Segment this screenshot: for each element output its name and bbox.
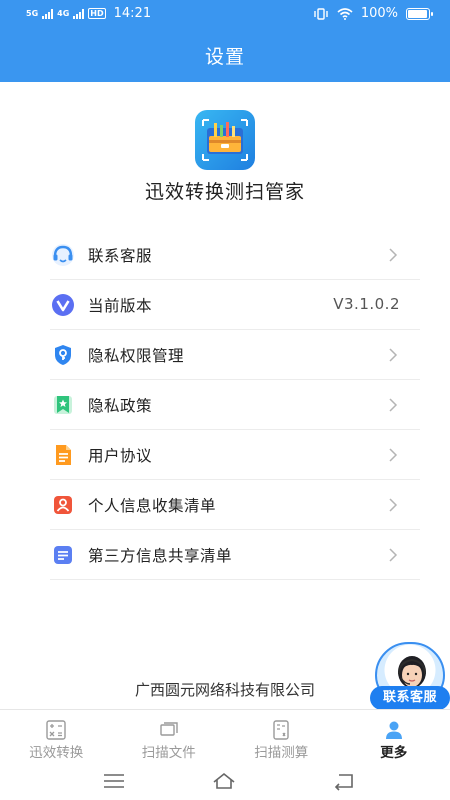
vibrate-icon <box>314 7 328 20</box>
scan-file-icon <box>160 722 178 736</box>
chevron-right-icon <box>389 448 398 462</box>
chevron-right-icon <box>389 498 398 512</box>
calculator-icon <box>46 720 66 740</box>
settings-label: 个人信息收集清单 <box>88 496 217 515</box>
bottom-tab-bar: 迅效转换 扫描文件 扫描测算 更多 <box>0 709 450 765</box>
system-nav-bar <box>0 765 450 800</box>
settings-row-privacy-policy[interactable]: 隐私政策 <box>50 380 420 430</box>
status-bar: 5G 4G HD 14:21 100% <box>0 0 450 28</box>
tab-scan-file[interactable]: 扫描文件 <box>113 710 226 765</box>
list-doc-icon <box>50 542 76 568</box>
chevron-right-icon <box>389 348 398 362</box>
chevron-right-icon <box>389 548 398 562</box>
status-left: 5G 4G HD 14:21 <box>26 6 151 21</box>
settings-label: 联系客服 <box>88 246 153 265</box>
battery-percent: 100% <box>360 6 398 21</box>
chevron-right-icon <box>389 398 398 412</box>
settings-label: 第三方信息共享清单 <box>88 546 233 565</box>
tab-convert[interactable]: 迅效转换 <box>0 710 113 765</box>
settings-label: 隐私权限管理 <box>88 346 185 365</box>
settings-label: 用户协议 <box>88 446 153 465</box>
tab-label: 迅效转换 <box>29 745 84 761</box>
hd-badge: HD <box>88 8 106 19</box>
person-icon <box>385 721 402 739</box>
settings-label: 隐私政策 <box>88 396 153 415</box>
page-title: 设置 <box>204 46 245 68</box>
app-header: 5G 4G HD 14:21 100% 设置 <box>0 0 450 82</box>
tab-label: 更多 <box>380 745 408 761</box>
signal-icon <box>42 8 54 19</box>
version-value: V3.1.0.2 <box>333 295 400 313</box>
headset-icon <box>50 242 76 268</box>
battery-icon <box>406 7 433 20</box>
floating-contact-service-label: 联系客服 <box>370 686 450 710</box>
home-icon[interactable] <box>212 771 236 791</box>
bookmark-star-icon <box>50 392 76 418</box>
tab-label: 扫描文件 <box>141 745 196 761</box>
status-right: 100% <box>313 6 433 21</box>
network-4g-label: 4G <box>57 8 70 18</box>
settings-label: 当前版本 <box>88 296 153 315</box>
chevron-right-icon <box>389 248 398 262</box>
tab-scan-measure[interactable]: 扫描测算 <box>225 710 338 765</box>
settings-row-third-party-sharing[interactable]: 第三方信息共享清单 <box>50 530 420 580</box>
version-v-icon <box>50 292 76 318</box>
app-name: 迅效转换测扫管家 <box>144 181 305 203</box>
document-icon <box>50 442 76 468</box>
person-card-icon <box>50 492 76 518</box>
toolbox-icon <box>195 110 255 170</box>
settings-row-privacy-permissions[interactable]: 隐私权限管理 <box>50 330 420 380</box>
floating-contact-service-button[interactable]: 联系客服 <box>370 642 450 710</box>
signal-icon-2 <box>73 8 85 19</box>
settings-row-personal-info-list[interactable]: 个人信息收集清单 <box>50 480 420 530</box>
status-time: 14:21 <box>113 6 152 21</box>
settings-row-current-version: 当前版本 V3.1.0.2 <box>50 280 420 330</box>
settings-list: 联系客服 当前版本 V3.1.0.2 隐私权限管理 隐私政策 用户协议 个人信息… <box>50 230 420 580</box>
network-5g-label: 5G <box>26 8 39 18</box>
wifi-icon <box>337 7 353 20</box>
tab-more[interactable]: 更多 <box>338 710 450 765</box>
settings-row-contact-service[interactable]: 联系客服 <box>50 230 420 280</box>
tab-label: 扫描测算 <box>254 745 309 761</box>
measure-icon <box>273 720 289 740</box>
settings-row-user-agreement[interactable]: 用户协议 <box>50 430 420 480</box>
shield-key-icon <box>50 342 76 368</box>
back-icon[interactable] <box>332 771 356 791</box>
menu-icon[interactable] <box>102 771 126 791</box>
